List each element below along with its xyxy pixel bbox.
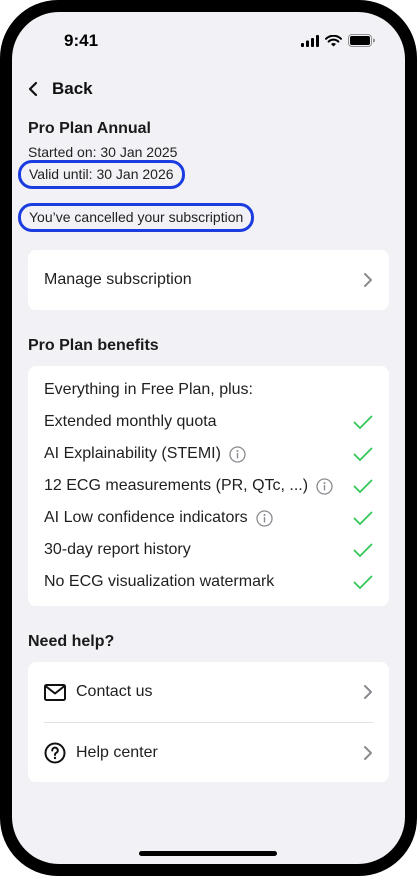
checkmark-icon bbox=[353, 447, 373, 461]
info-icon[interactable] bbox=[229, 445, 246, 463]
benefit-left: 30-day report history bbox=[44, 541, 191, 559]
info-icon[interactable] bbox=[256, 509, 273, 527]
plan-valid-until: Valid until: 30 Jan 2026 bbox=[18, 160, 185, 189]
status-bar: 9:41 bbox=[12, 12, 405, 68]
benefit-left: Extended monthly quota bbox=[44, 413, 217, 431]
checkmark-icon bbox=[353, 575, 373, 589]
benefit-left: No ECG visualization watermark bbox=[44, 573, 274, 591]
cancellation-notice: You’ve cancelled your subscription bbox=[18, 203, 255, 232]
benefit-row: AI Low confidence indicators bbox=[44, 502, 373, 534]
wifi-icon bbox=[325, 34, 342, 46]
benefits-card: Everything in Free Plan, plus: Extended … bbox=[28, 366, 389, 606]
benefit-list: Extended monthly quota AI Explainability … bbox=[44, 406, 373, 598]
benefit-label: Extended monthly quota bbox=[44, 413, 217, 430]
benefit-left: AI Low confidence indicators bbox=[44, 509, 273, 527]
benefits-intro: Everything in Free Plan, plus: bbox=[44, 381, 253, 398]
help-card: Contact us Help center bbox=[28, 662, 389, 782]
battery-icon bbox=[348, 34, 375, 47]
manage-subscription-label: Manage subscription bbox=[44, 271, 192, 288]
help-center-label: Help center bbox=[76, 744, 158, 761]
checkmark-icon bbox=[353, 511, 373, 525]
benefit-label: AI Explainability (STEMI) bbox=[44, 445, 221, 462]
contact-us-button[interactable]: Contact us bbox=[28, 662, 389, 722]
status-time: 9:41 bbox=[64, 31, 99, 50]
manage-subscription-button[interactable]: Manage subscription bbox=[28, 250, 389, 310]
plan-name: Pro Plan Annual bbox=[28, 120, 151, 137]
status-icons bbox=[301, 34, 375, 47]
benefit-label: 30-day report history bbox=[44, 541, 191, 558]
benefits-intro-row: Everything in Free Plan, plus: bbox=[44, 374, 373, 406]
checkmark-icon bbox=[353, 479, 373, 493]
phone-frame: 9:41 Back Pro Plan Annual Started on: 30… bbox=[0, 0, 417, 876]
screen: 9:41 Back Pro Plan Annual Started on: 30… bbox=[12, 12, 405, 864]
question-circle-icon bbox=[44, 742, 66, 764]
help-center-button[interactable]: Help center bbox=[28, 723, 389, 783]
mail-icon bbox=[44, 683, 66, 701]
checkmark-icon bbox=[353, 415, 373, 429]
benefit-row: 30-day report history bbox=[44, 534, 373, 566]
chevron-right-icon bbox=[364, 273, 372, 287]
home-indicator bbox=[139, 851, 277, 856]
benefit-label: No ECG visualization watermark bbox=[44, 573, 275, 590]
benefit-label: 12 ECG measurements (PR, QTc, ...) bbox=[44, 477, 309, 494]
chevron-left-icon bbox=[28, 81, 38, 97]
chevron-right-icon bbox=[364, 746, 372, 760]
benefit-row: 12 ECG measurements (PR, QTc, ...) bbox=[44, 470, 373, 502]
benefit-label: AI Low confidence indicators bbox=[44, 509, 248, 526]
plan-started-date: Started on: 30 Jan 2025 bbox=[28, 144, 178, 160]
help-title: Need help? bbox=[28, 633, 115, 650]
benefit-left: 12 ECG measurements (PR, QTc, ...) bbox=[44, 477, 333, 495]
chevron-right-icon bbox=[364, 685, 372, 699]
contact-us-label: Contact us bbox=[76, 683, 153, 700]
benefit-row: AI Explainability (STEMI) bbox=[44, 438, 373, 470]
benefits-title: Pro Plan benefits bbox=[28, 337, 159, 354]
benefit-left: AI Explainability (STEMI) bbox=[44, 445, 246, 463]
info-icon[interactable] bbox=[316, 477, 333, 495]
back-label: Back bbox=[52, 79, 93, 98]
back-button[interactable]: Back bbox=[28, 76, 93, 102]
cellular-signal-icon bbox=[301, 34, 319, 47]
checkmark-icon bbox=[353, 543, 373, 557]
benefit-row: No ECG visualization watermark bbox=[44, 566, 373, 598]
benefit-row: Extended monthly quota bbox=[44, 406, 373, 438]
